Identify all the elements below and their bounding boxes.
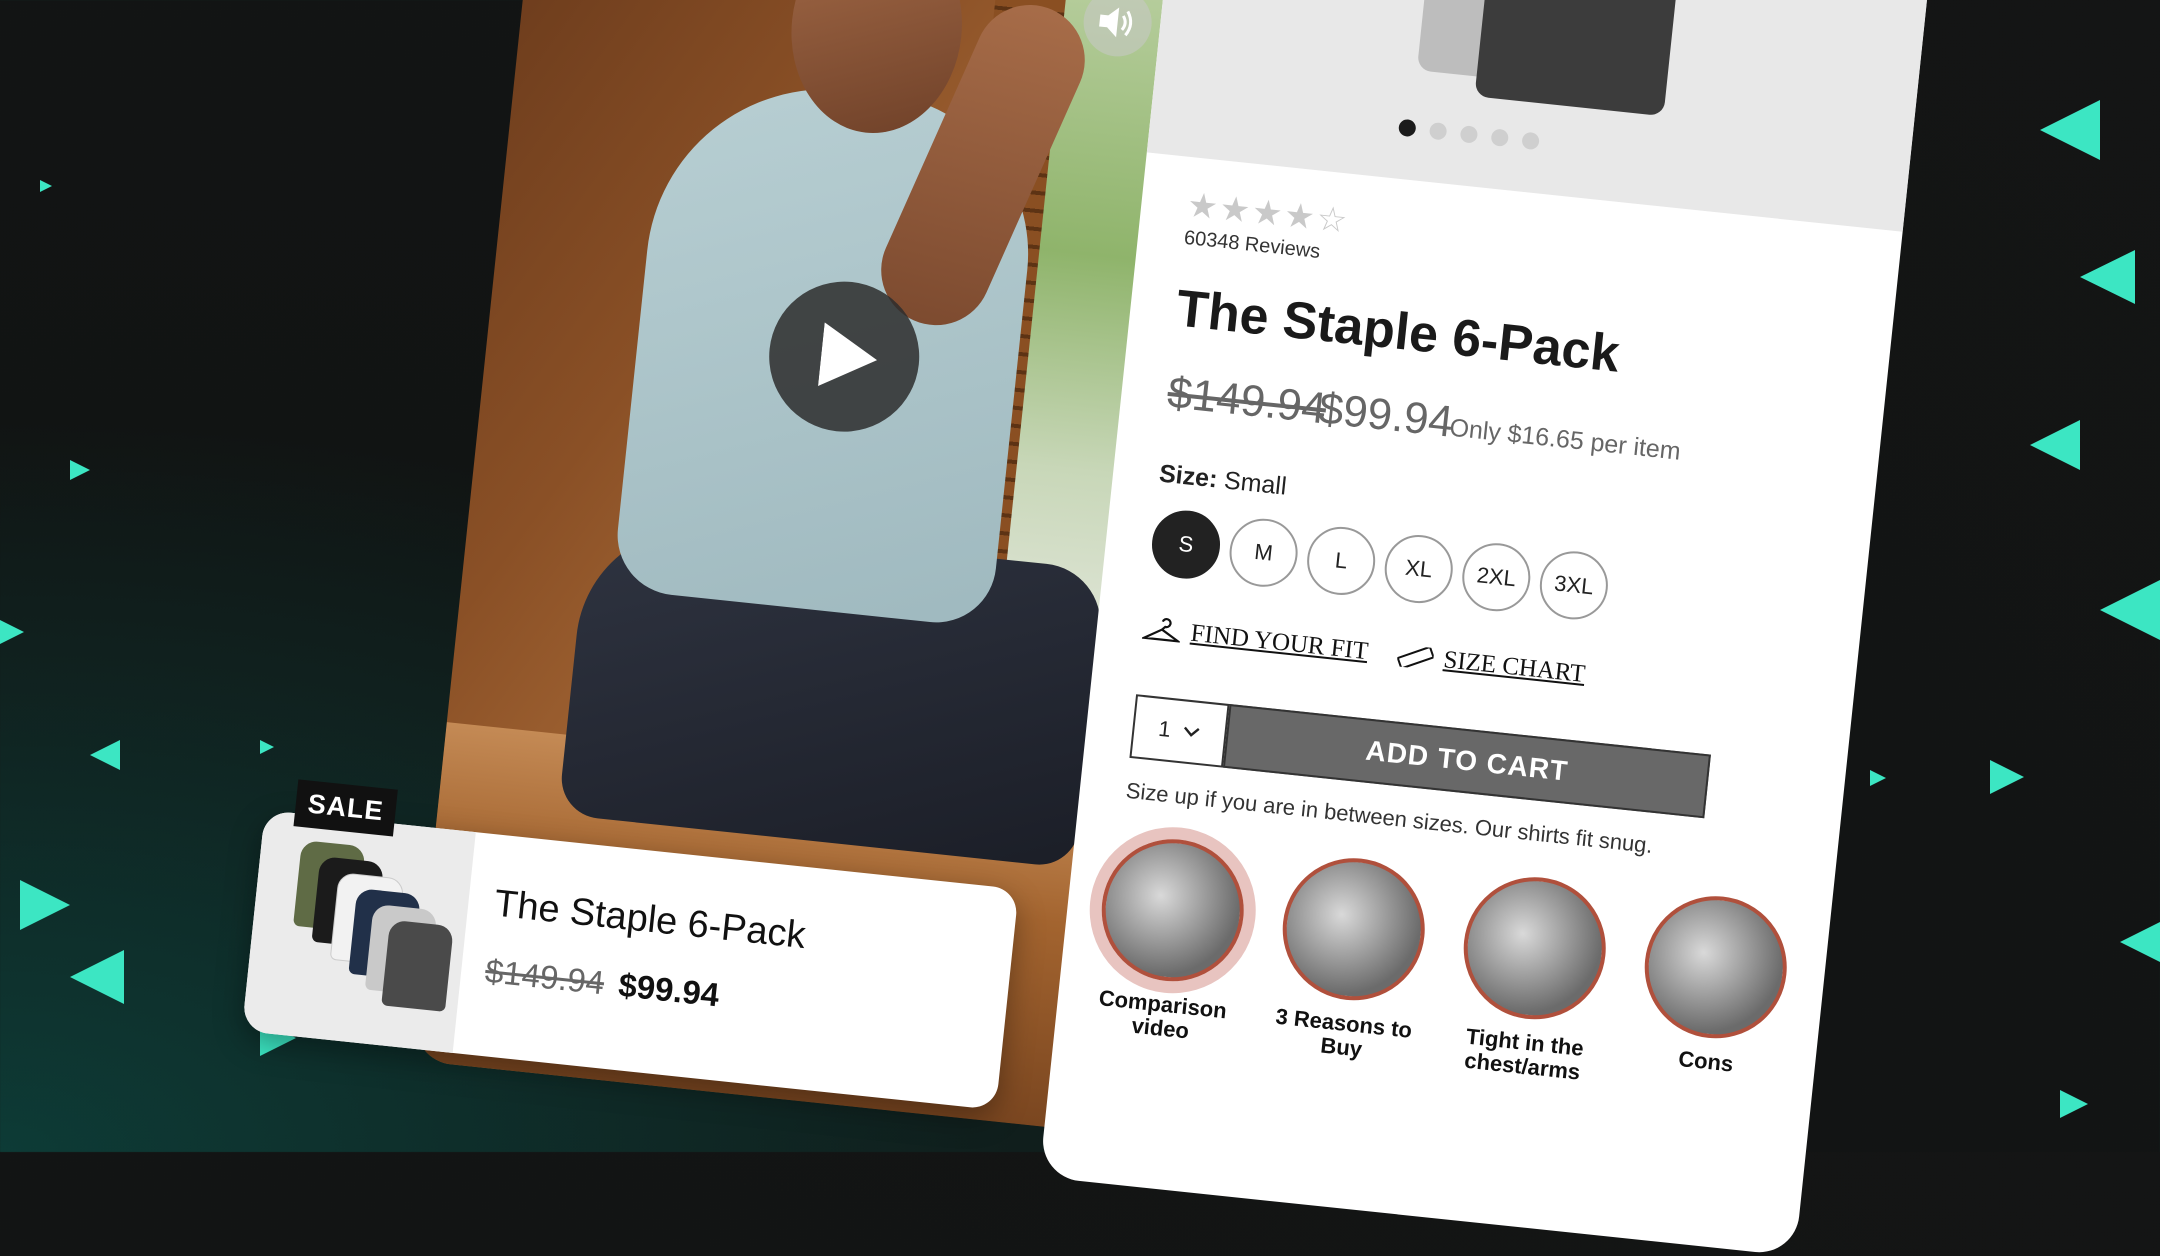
hanger-icon — [1141, 618, 1182, 643]
fit-links: FIND YOUR FIT SIZE CHART — [1141, 615, 1587, 689]
card-old-price: $149.94 — [483, 952, 607, 1002]
gallery-dot[interactable] — [1521, 131, 1540, 151]
gallery-dot[interactable] — [1428, 121, 1448, 141]
size-chart-label: SIZE CHART — [1442, 646, 1587, 688]
size-options: S M L XL 2XL 3XL — [1148, 507, 1612, 623]
decorative-triangle — [20, 880, 70, 930]
video-thumbnails: Comparison video 3 Reasons to Buy Tight in… — [1084, 832, 1797, 1106]
decorative-triangle — [90, 740, 120, 770]
chevron-down-icon — [1184, 726, 1200, 737]
decorative-triangle — [1870, 770, 1886, 786]
decorative-triangle — [260, 740, 274, 754]
per-item-price: Only $16.65 per item — [1448, 413, 1682, 466]
gallery-dot[interactable] — [1397, 118, 1417, 138]
product-title: The Staple 6-Pack — [1173, 279, 1623, 384]
gallery-dots — [1397, 118, 1540, 151]
card-new-price: $99.94 — [616, 966, 722, 1014]
thumbnail-image — [1275, 851, 1432, 1008]
size-label-value: Small — [1222, 466, 1288, 501]
size-option-l[interactable]: L — [1303, 523, 1379, 599]
size-label-key: Size: — [1157, 459, 1219, 494]
decorative-triangle — [2030, 420, 2080, 470]
decorative-triangle — [40, 180, 52, 192]
old-price: $149.94 — [1165, 368, 1329, 434]
thumbnail-label: Comparison video — [1097, 985, 1228, 1044]
quantity-select[interactable]: 1 — [1129, 694, 1230, 768]
size-chart-link[interactable]: SIZE CHART — [1396, 641, 1587, 689]
gallery-dot[interactable] — [1490, 128, 1510, 148]
size-label: Size: Small — [1158, 460, 1288, 502]
card-title: The Staple 6-Pack — [492, 882, 808, 958]
decorative-triangle — [2080, 250, 2135, 304]
size-option-s[interactable]: S — [1148, 507, 1224, 582]
product-page: ★★★★☆ 60348 Reviews The Staple 6-Pack $1… — [1039, 0, 1931, 1256]
find-your-fit-label: FIND YOUR FIT — [1189, 619, 1370, 666]
thumbnail-image — [1456, 870, 1613, 1027]
thumbnail-label: Tight in the chest/arms — [1463, 1023, 1585, 1085]
decorative-triangle — [2040, 100, 2100, 160]
mini-shirt-charcoal — [381, 919, 454, 1012]
decorative-triangle — [2100, 580, 2160, 640]
size-option-3xl[interactable]: 3XL — [1536, 548, 1612, 623]
sale-price: $99.94 — [1316, 383, 1456, 447]
ruler-icon — [1396, 645, 1435, 670]
decorative-triangle — [1990, 760, 2024, 794]
decorative-triangle — [0, 620, 24, 644]
gallery-dot[interactable] — [1459, 125, 1479, 144]
speaker-icon — [1099, 7, 1133, 38]
video-thumbnail[interactable]: Tight in the chest/arms — [1446, 870, 1616, 1087]
size-option-m[interactable]: M — [1226, 515, 1301, 591]
thumbnail-image — [1094, 832, 1251, 989]
decorative-triangle — [2120, 920, 2160, 964]
size-option-xl[interactable]: XL — [1381, 531, 1457, 607]
video-thumbnail[interactable]: Comparison video — [1084, 832, 1254, 1049]
decorative-triangle — [70, 950, 124, 1004]
decorative-triangle — [2060, 1090, 2088, 1118]
size-option-2xl[interactable]: 2XL — [1458, 539, 1534, 615]
quantity-value: 1 — [1157, 715, 1173, 742]
thumbnail-label: Cons — [1677, 1045, 1735, 1077]
play-icon — [817, 322, 878, 387]
decorative-triangle — [70, 460, 90, 480]
find-your-fit-link[interactable]: FIND YOUR FIT — [1141, 615, 1370, 666]
video-thumbnail[interactable]: 3 Reasons to Buy — [1265, 851, 1435, 1068]
video-thumbnail[interactable]: Cons — [1627, 889, 1797, 1106]
product-thumbnail — [241, 810, 476, 1053]
thumbnail-image — [1637, 889, 1794, 1046]
gallery-shirt-charcoal — [1474, 0, 1681, 117]
thumbnail-label: 3 Reasons to Buy — [1274, 1003, 1414, 1062]
